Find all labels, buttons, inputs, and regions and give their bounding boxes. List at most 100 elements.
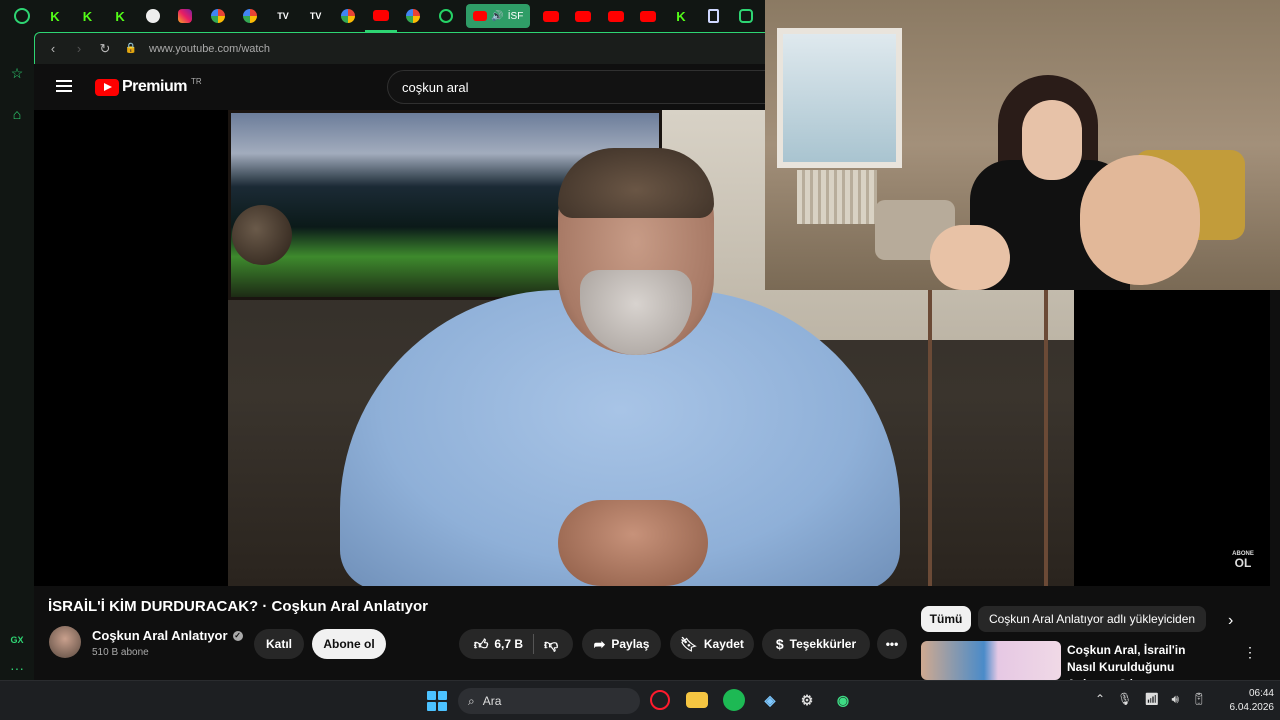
time: 06:44 — [1248, 688, 1274, 699]
app-icon[interactable]: ◉ — [832, 689, 854, 711]
tab-youtube-playing[interactable]: 🔊 İSF — [466, 4, 531, 28]
speaker-icon: 🔊 — [491, 10, 504, 22]
forward-icon[interactable]: › — [71, 41, 87, 56]
youtube-icon — [473, 11, 488, 21]
tab-google-3[interactable] — [332, 0, 365, 32]
tab-tradingview-1[interactable]: TV — [267, 0, 300, 32]
recommended-video-thumbnail[interactable] — [921, 641, 1061, 680]
kick-icon: K — [115, 8, 125, 24]
google-icon — [210, 9, 225, 23]
webcam-window — [777, 28, 902, 168]
thanks-label: Teşekkürler — [789, 637, 857, 651]
opera-gx-icon — [14, 8, 31, 24]
tab-google-1[interactable] — [202, 0, 235, 32]
tab-label: İSF — [507, 10, 524, 22]
subscribe-button[interactable]: Abone ol — [312, 629, 386, 659]
vertical-more-icon[interactable]: ⋮ — [1243, 644, 1257, 661]
chip-all[interactable]: Tümü — [921, 606, 971, 632]
tab-youtube-5[interactable] — [632, 0, 665, 32]
gx-label[interactable]: GX — [9, 632, 25, 648]
google-icon — [243, 9, 258, 23]
tab-google-2[interactable] — [234, 0, 267, 32]
region-code: TR — [190, 76, 202, 86]
subscriber-count: 510 B abone — [92, 647, 149, 658]
share-button[interactable]: ➦ Paylaş — [582, 629, 661, 659]
tab-document[interactable] — [697, 0, 730, 32]
kick-icon: K — [676, 8, 686, 24]
tab-youtube-3[interactable] — [567, 0, 600, 32]
instagram-icon — [178, 9, 193, 23]
hamburger-menu-icon[interactable] — [56, 80, 72, 92]
youtube-icon — [542, 10, 559, 22]
battery-icon[interactable]: 🔋︎ — [1191, 692, 1206, 707]
like-icon[interactable]: 👍︎ — [474, 636, 489, 653]
tab-tradingview-2[interactable]: TV — [299, 0, 332, 32]
tab-kick-2[interactable]: K — [71, 0, 104, 32]
url-field[interactable]: www.youtube.com/watch — [149, 43, 270, 55]
chevron-up-icon[interactable]: ⌃ — [1095, 692, 1105, 707]
tab-app[interactable] — [730, 0, 763, 32]
wifi-icon[interactable]: 📶︎ — [1144, 692, 1159, 707]
tab-kick-3[interactable]: K — [104, 0, 137, 32]
save-button[interactable]: 🔖︎ Kaydet — [670, 629, 754, 659]
more-options-icon[interactable]: ··· — [9, 660, 25, 676]
reload-icon[interactable]: ↻ — [97, 41, 113, 57]
whatsapp-icon — [439, 9, 454, 23]
tab-kick-1[interactable]: K — [39, 0, 72, 32]
back-icon[interactable]: ‹ — [45, 41, 61, 56]
more-actions-button[interactable]: ••• — [877, 629, 907, 659]
tab-youtube-current[interactable] — [364, 0, 398, 32]
robot-icon[interactable]: ⌂ — [9, 106, 25, 122]
address-bar: ‹ › ↻ 🔒 www.youtube.com/watch — [34, 32, 765, 64]
like-count[interactable]: 6,7 B — [494, 637, 523, 651]
tab-instagram[interactable] — [169, 0, 202, 32]
channel-name-text[interactable]: Coşkun Aral Anlatıyor — [92, 628, 228, 643]
clock[interactable]: 06:44 6.04.2026 — [1214, 687, 1275, 715]
tab-opera-gx[interactable] — [6, 0, 39, 32]
verified-icon: ✓ — [232, 630, 243, 641]
search-icon: ⌕ — [468, 693, 475, 708]
tab-youtube-4[interactable] — [600, 0, 633, 32]
tradingview-icon: TV — [277, 11, 289, 21]
taskbar-search-placeholder: Ara — [482, 694, 502, 708]
tab-github[interactable] — [136, 0, 169, 32]
webcam-person-arm — [1080, 155, 1200, 285]
chevron-right-icon[interactable]: › — [1228, 612, 1233, 630]
youtube-premium-logo[interactable]: Premium TR — [95, 76, 202, 96]
subscribe-watermark[interactable]: ABONE OL — [1226, 550, 1260, 569]
app-icon — [739, 9, 754, 23]
divider — [533, 634, 535, 654]
github-icon — [145, 9, 160, 23]
chip-from-uploader[interactable]: Coşkun Aral Anlatıyor adlı yükleyiciden — [978, 606, 1206, 632]
tab-kick-4[interactable]: K — [665, 0, 698, 32]
spotify-icon[interactable] — [723, 689, 745, 711]
tab-google-4[interactable] — [397, 0, 430, 32]
taskbar-search[interactable]: ⌕ Ara — [458, 688, 640, 714]
youtube-logo-icon — [95, 78, 119, 96]
star-icon[interactable]: ☆ — [9, 65, 25, 81]
join-button[interactable]: Katıl — [254, 629, 304, 659]
search-input[interactable]: coşkun aral — [387, 70, 765, 104]
tradingview-icon: TV — [309, 11, 322, 21]
microphone-icon[interactable]: 🎙︎ — [1117, 692, 1132, 707]
channel-name[interactable]: Coşkun Aral Anlatıyor ✓ — [92, 628, 243, 643]
tab-youtube-2[interactable] — [534, 0, 567, 32]
steam-icon[interactable]: ⚙ — [796, 689, 818, 711]
file-explorer-icon[interactable] — [686, 692, 708, 708]
tab-whatsapp[interactable] — [430, 0, 463, 32]
youtube-icon — [640, 10, 657, 22]
volume-icon[interactable]: 🔊︎ — [1172, 692, 1180, 707]
youtube-icon — [372, 9, 389, 21]
channel-avatar[interactable] — [49, 626, 81, 658]
windows-start-icon[interactable] — [427, 691, 447, 711]
document-icon — [708, 9, 720, 23]
network-app-icon[interactable]: ◈ — [759, 689, 781, 711]
system-tray: ⌃ 🎙︎ 📶︎ 🔊︎ 🔋︎ — [1095, 692, 1206, 707]
thanks-button[interactable]: $ Teşekkürler — [762, 629, 870, 659]
bookmark-icon: 🔖︎ — [680, 635, 698, 652]
dislike-icon[interactable]: 👎︎ — [544, 636, 558, 653]
share-icon: ➦ — [593, 635, 606, 652]
youtube-icon — [607, 10, 624, 22]
webcam-person-arm — [930, 225, 1010, 290]
opera-gx-taskbar-icon[interactable] — [650, 690, 670, 710]
